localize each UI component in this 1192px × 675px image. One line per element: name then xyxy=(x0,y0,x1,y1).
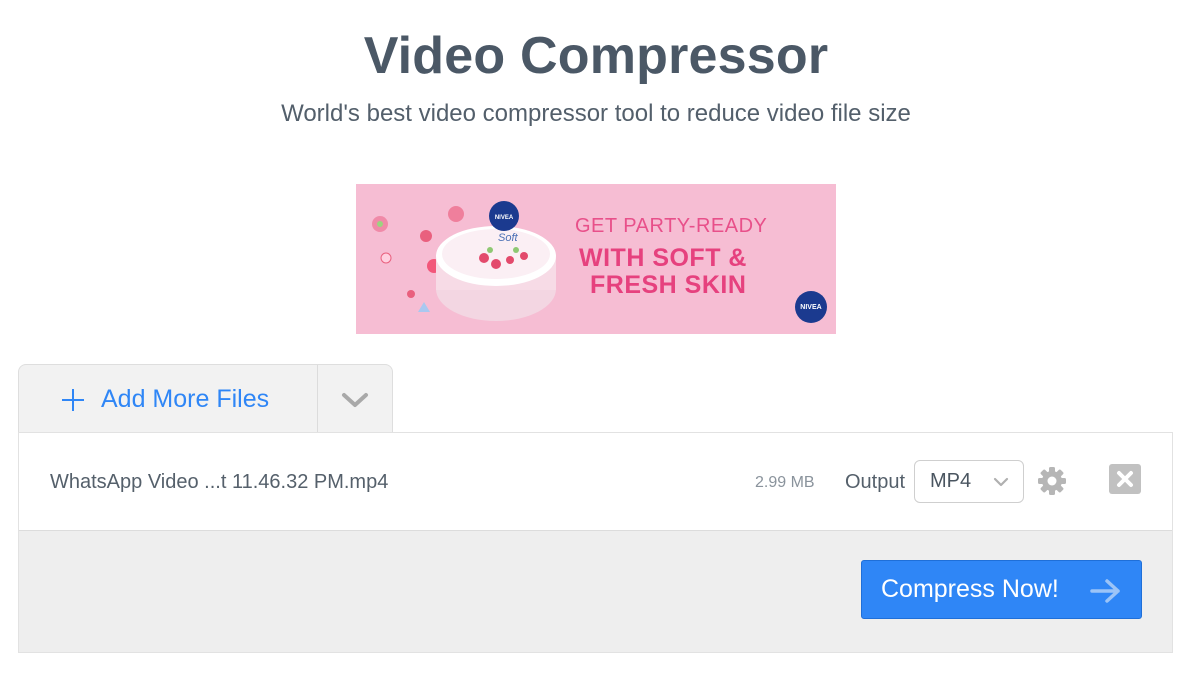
compress-now-label: Compress Now! xyxy=(881,575,1059,603)
upload-source-dropdown-button[interactable] xyxy=(317,365,392,434)
chevron-down-icon xyxy=(993,477,1009,487)
nivea-logo: NIVEA xyxy=(795,291,827,323)
gear-icon xyxy=(1038,467,1066,495)
svg-text:NIVEA: NIVEA xyxy=(495,215,514,221)
output-format-value: MP4 xyxy=(930,470,972,492)
ad-headline-3: FRESH SKIN xyxy=(590,271,747,299)
upload-tab-bar: Add More Files xyxy=(18,364,393,434)
arrow-right-icon xyxy=(1090,579,1120,603)
compress-now-button[interactable]: Compress Now! xyxy=(861,560,1142,619)
file-size: 2.99 MB xyxy=(755,474,815,491)
ad-headline-1: GET PARTY-READY xyxy=(575,215,768,237)
file-name: WhatsApp Video ...t 11.46.32 PM.mp4 xyxy=(50,471,389,493)
action-area: Compress Now! xyxy=(19,531,1172,652)
output-label: Output xyxy=(845,471,906,493)
file-row: WhatsApp Video ...t 11.46.32 PM.mp4 2.99… xyxy=(19,433,1172,531)
ad-headline-2: WITH SOFT & xyxy=(579,244,747,272)
settings-button[interactable] xyxy=(1037,466,1067,501)
chevron-down-icon xyxy=(342,392,369,407)
output-format-select[interactable]: MP4 xyxy=(914,460,1024,503)
ad-product-image: NIVEA Soft xyxy=(372,201,556,321)
svg-text:Soft: Soft xyxy=(498,232,519,244)
plus-icon xyxy=(62,388,84,411)
page-title: Video Compressor xyxy=(363,27,829,85)
ad-banner[interactable]: NIVEA Soft GET PARTY-READY WITH SOFT & F… xyxy=(356,184,836,334)
close-icon xyxy=(1109,464,1141,494)
add-more-files-label: Add More Files xyxy=(101,385,270,413)
add-more-files-button[interactable]: Add More Files xyxy=(19,365,317,434)
page-subtitle: World's best video compressor tool to re… xyxy=(281,100,911,127)
remove-file-button[interactable] xyxy=(1109,464,1141,499)
file-list-panel: WhatsApp Video ...t 11.46.32 PM.mp4 2.99… xyxy=(18,432,1173,653)
